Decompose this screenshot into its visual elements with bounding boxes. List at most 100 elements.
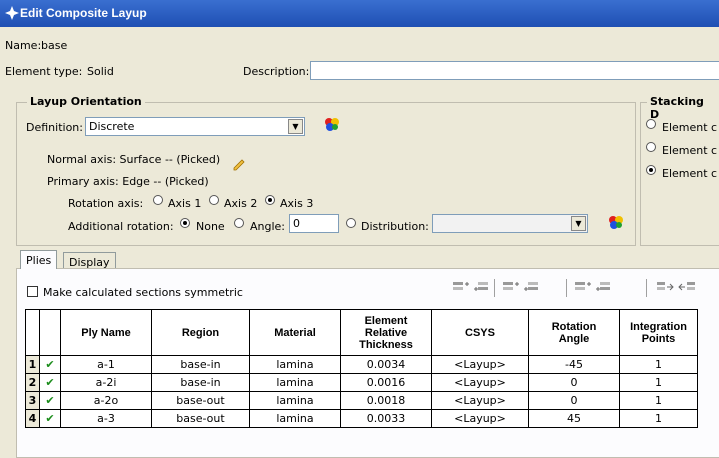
distribution-select[interactable]: ▼ [432,214,588,233]
axis-1-radio[interactable] [153,195,163,205]
symmetric-checkbox[interactable] [27,286,38,297]
row-number[interactable]: 1 [25,355,40,374]
insert-after-icon[interactable] [473,280,491,294]
insert-before-icon[interactable] [452,280,470,294]
toolbar-separator [494,279,495,297]
checkmark-icon[interactable]: ✔ [39,409,61,428]
stacking-option-1-label: Element c [662,121,718,134]
thickness-cell[interactable]: 0.0016 [340,373,432,392]
distribution-label: Distribution: [361,220,429,233]
integration-points-cell[interactable]: 1 [619,391,698,410]
primary-axis-text: Primary axis: Edge -- (Picked) [47,175,209,188]
angle-radio[interactable] [234,218,244,228]
add-after-icon[interactable] [523,280,541,294]
tab-plies[interactable]: Plies [20,250,58,269]
title-bar[interactable]: Edit Composite Layup [0,0,719,27]
pencil-icon[interactable] [232,158,246,172]
row-number[interactable]: 4 [25,409,40,428]
additional-rotation-label: Additional rotation: [68,220,174,233]
add-before-icon[interactable] [502,280,520,294]
ply-name-cell[interactable]: a-1 [60,355,152,374]
integration-points-cell[interactable]: 1 [619,409,698,428]
ply-name-cell[interactable]: a-3 [60,409,152,428]
stacking-option-3-radio[interactable] [646,165,656,175]
window-title: Edit Composite Layup [20,6,147,20]
axis-2-radio[interactable] [209,195,219,205]
region-cell[interactable]: base-out [151,409,250,428]
tab-display[interactable]: Display [63,252,116,269]
angle-input[interactable]: 0 [289,214,339,233]
color-palette-icon[interactable] [324,116,340,132]
stacking-option-2-radio[interactable] [646,142,656,152]
material-cell[interactable]: lamina [249,373,341,392]
symmetric-label: Make calculated sections symmetric [43,286,243,299]
thickness-cell[interactable]: 0.0018 [340,391,432,410]
material-cell[interactable]: lamina [249,355,341,374]
description-input[interactable] [310,61,719,80]
none-radio[interactable] [180,218,190,228]
table-row[interactable]: 3 ✔ a-2o base-out lamina 0.0018 <Layup> … [25,391,698,410]
definition-select[interactable]: Discrete ▼ [85,117,305,136]
copy-after-icon[interactable] [595,280,613,294]
description-label: Description: [243,65,310,78]
copy-before-icon[interactable] [574,280,592,294]
header-region[interactable]: Region [151,309,250,356]
csys-cell[interactable]: <Layup> [431,373,529,392]
material-cell[interactable]: lamina [249,409,341,428]
csys-cell[interactable]: <Layup> [431,409,529,428]
checkmark-icon[interactable]: ✔ [39,373,61,392]
move-right-icon[interactable] [656,280,674,294]
region-cell[interactable]: base-out [151,391,250,410]
element-type-value: Solid [87,65,114,78]
rotation-angle-cell[interactable]: 0 [528,373,620,392]
definition-label: Definition: [26,121,83,134]
header-ply-name[interactable]: Ply Name [60,309,152,356]
csys-cell[interactable]: <Layup> [431,355,529,374]
header-integration-points[interactable]: Integration Points [619,309,698,356]
axis-2-label: Axis 2 [224,197,258,210]
color-palette-icon[interactable] [608,214,624,230]
rotation-angle-cell[interactable]: 45 [528,409,620,428]
table-row[interactable]: 2 ✔ a-2i base-in lamina 0.0016 <Layup> 0… [25,373,698,392]
table-row[interactable]: 4 ✔ a-3 base-out lamina 0.0033 <Layup> 4… [25,409,698,428]
name-label: Name: [5,39,42,52]
integration-points-cell[interactable]: 1 [619,373,698,392]
axis-3-label: Axis 3 [280,197,314,210]
stacking-option-1-radio[interactable] [646,119,656,129]
table-row[interactable]: 1 ✔ a-1 base-in lamina 0.0034 <Layup> -4… [25,355,698,374]
chevron-down-icon[interactable]: ▼ [288,119,303,134]
chevron-down-icon[interactable]: ▼ [571,216,586,231]
header-rotation-angle[interactable]: Rotation Angle [528,309,620,356]
thickness-cell[interactable]: 0.0033 [340,409,432,428]
plies-table: Ply Name Region Material Element Relativ… [25,309,698,428]
thickness-cell[interactable]: 0.0034 [340,355,432,374]
region-cell[interactable]: base-in [151,355,250,374]
move-left-icon[interactable] [678,280,696,294]
region-cell[interactable]: base-in [151,373,250,392]
material-cell[interactable]: lamina [249,391,341,410]
checkmark-icon[interactable]: ✔ [39,355,61,374]
ply-name-cell[interactable]: a-2i [60,373,152,392]
axis-3-radio[interactable] [265,195,275,205]
header-status-cell [39,309,61,356]
header-rownum-cell [25,309,40,356]
stacking-option-3-label: Element c [662,167,718,180]
rotation-angle-cell[interactable]: 0 [528,391,620,410]
header-thickness[interactable]: Element Relative Thickness [340,309,432,356]
csys-cell[interactable]: <Layup> [431,391,529,410]
angle-label: Angle: [250,220,286,233]
table-header-row: Ply Name Region Material Element Relativ… [25,309,698,356]
row-number[interactable]: 3 [25,391,40,410]
header-csys[interactable]: CSYS [431,309,529,356]
abaqus-app-icon [5,6,19,20]
stacking-title: Stacking D [647,95,719,121]
integration-points-cell[interactable]: 1 [619,355,698,374]
stacking-option-2-label: Element c [662,144,718,157]
rotation-angle-cell[interactable]: -45 [528,355,620,374]
header-material[interactable]: Material [249,309,341,356]
axis-1-label: Axis 1 [168,197,202,210]
ply-name-cell[interactable]: a-2o [60,391,152,410]
checkmark-icon[interactable]: ✔ [39,391,61,410]
row-number[interactable]: 2 [25,373,40,392]
distribution-radio[interactable] [346,218,356,228]
